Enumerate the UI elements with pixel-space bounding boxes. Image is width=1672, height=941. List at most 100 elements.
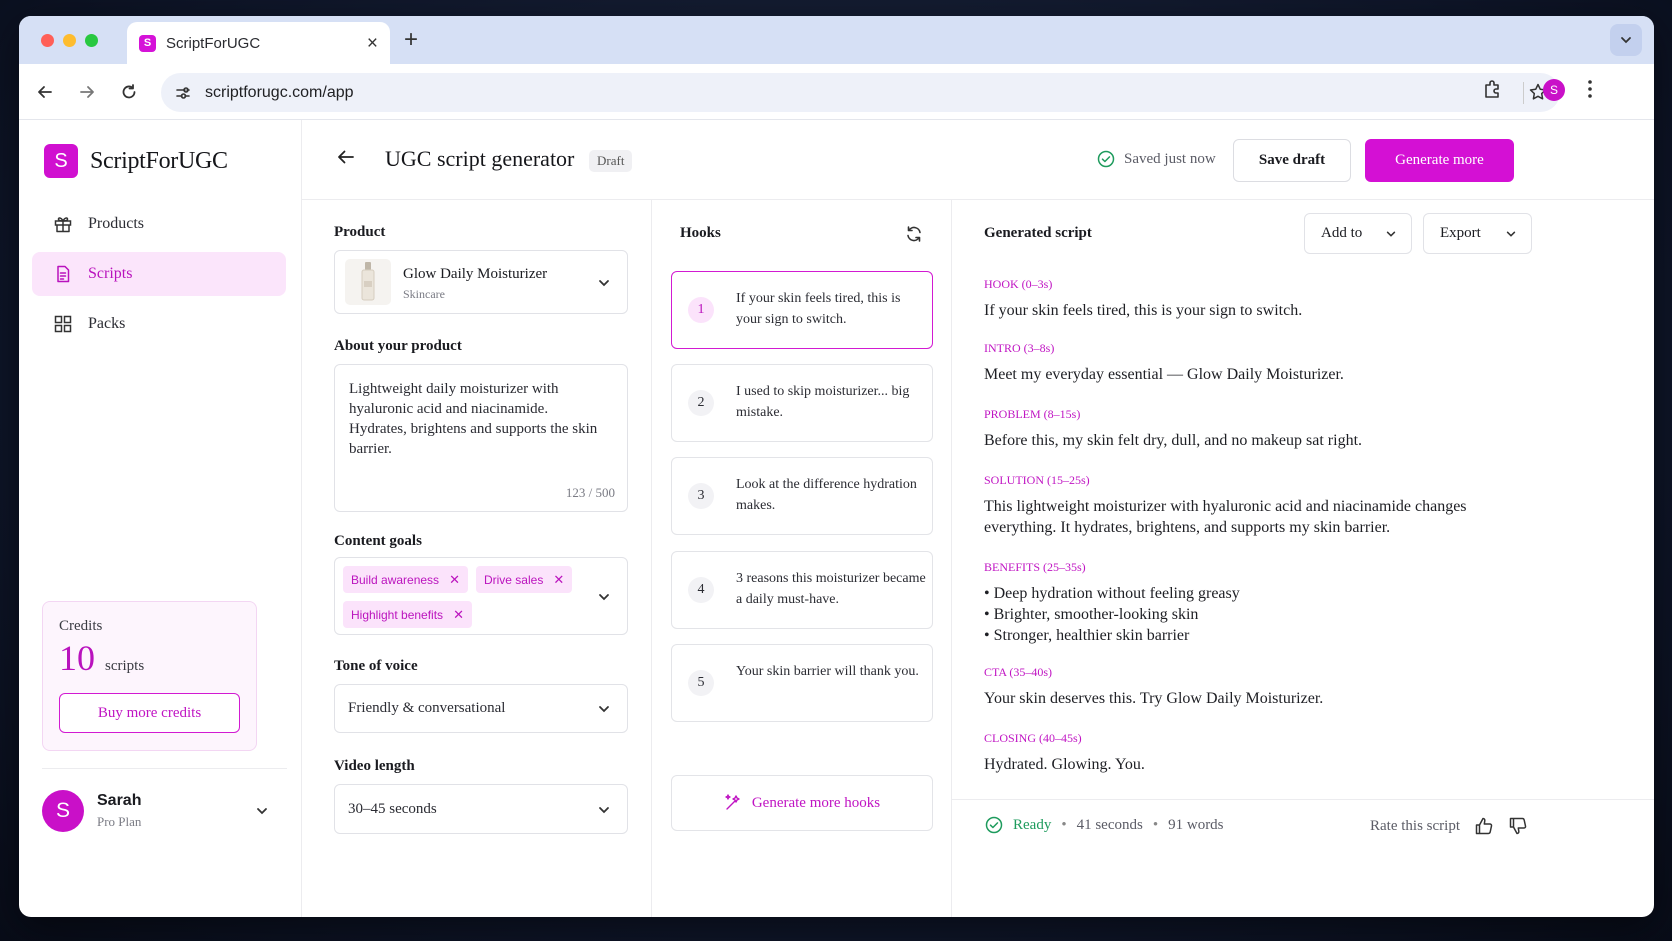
tab-search-button[interactable] — [1610, 24, 1642, 56]
site-settings-icon[interactable] — [175, 85, 191, 101]
tone-select[interactable]: Friendly & conversational — [334, 684, 628, 733]
tab-title: ScriptForUGC — [166, 34, 261, 52]
list-item: • Brighter, smoother-looking skin — [984, 606, 1199, 623]
product-name: Glow Daily Moisturizer — [403, 266, 548, 282]
goals-label: Content goals — [334, 533, 422, 549]
save-status-text: Saved just now — [1124, 150, 1216, 167]
window-controls — [41, 34, 98, 47]
section-body: Hydrated. Glowing. You. — [984, 756, 1145, 773]
script-section-solution: SOLUTION (15–25s) This lightweight moist… — [984, 473, 1489, 538]
product-label: Product — [334, 224, 386, 240]
about-label: About your product — [334, 338, 462, 354]
hook-card[interactable]: 4 3 reasons this moisturizer became a da… — [671, 551, 933, 629]
about-textarea[interactable]: Lightweight daily moisturizer with hyalu… — [334, 364, 628, 512]
chevron-down-icon — [1621, 37, 1631, 44]
sidebar-item-packs[interactable]: Packs — [32, 302, 286, 346]
script-section-hook: HOOK (0–3s) If your skin feels tired, th… — [984, 277, 1524, 321]
gift-icon — [52, 213, 74, 235]
sidebar-item-products[interactable]: Products — [32, 202, 286, 246]
section-body: If your skin feels tired, this is your s… — [984, 302, 1303, 319]
product-select[interactable]: Glow Daily Moisturizer Skincare — [334, 250, 628, 314]
hook-text: 3 reasons this moisturizer became a dail… — [736, 571, 926, 607]
back-nav-button[interactable] — [31, 78, 59, 106]
hook-number: 3 — [688, 483, 714, 509]
generate-hooks-button[interactable]: Generate more hooks — [671, 775, 933, 831]
thumbs-up-icon[interactable] — [1474, 816, 1494, 836]
section-label: SOLUTION (15–25s) — [984, 473, 1090, 487]
hook-text: I used to skip moisturizer... big mistak… — [736, 384, 910, 420]
script-section-intro: INTRO (3–8s) Meet my everyday essential … — [984, 341, 1524, 385]
goal-chip: Drive sales ✕ — [475, 566, 573, 593]
about-text: Lightweight daily moisturizer with hyalu… — [349, 381, 598, 457]
app-logo[interactable]: S ScriptForUGC — [44, 144, 228, 178]
hook-number: 1 — [688, 297, 714, 323]
app-root: S ScriptForUGC Products Scripts Packs Cr… — [19, 120, 1654, 917]
product-thumbnail — [345, 259, 391, 305]
reload-icon — [122, 84, 136, 99]
script-panel: Generated script Add to Export HOOK (0–3… — [952, 200, 1654, 917]
goal-chip-label: Highlight benefits — [351, 607, 444, 622]
tab-close-icon[interactable]: × — [367, 34, 378, 53]
tone-label: Tone of voice — [334, 658, 418, 674]
page-header: UGC script generator Draft Saved just no… — [302, 120, 1654, 200]
chevron-down-icon — [599, 280, 609, 287]
sidebar-item-scripts[interactable]: Scripts — [32, 252, 286, 296]
profile-avatar[interactable]: S — [1543, 79, 1565, 101]
rate-label: Rate this script — [1370, 817, 1460, 834]
list-item: • Stronger, healthier skin barrier — [984, 627, 1190, 644]
section-label: PROBLEM (8–15s) — [984, 407, 1081, 421]
maximize-window-button[interactable] — [85, 34, 98, 47]
extensions-icon[interactable] — [1482, 78, 1504, 105]
grid-icon — [52, 313, 74, 335]
reload-button[interactable] — [115, 78, 143, 106]
script-duration: 41 seconds — [1076, 816, 1143, 833]
browser-menu-icon[interactable] — [1587, 78, 1593, 105]
goals-multiselect[interactable]: Build awareness ✕ Drive sales ✕ Highlight … — [334, 557, 628, 635]
close-window-button[interactable] — [41, 34, 54, 47]
save-draft-button[interactable]: Save draft — [1233, 139, 1351, 182]
product-category: Skincare — [403, 287, 445, 301]
script-status: Ready • 41 seconds • 91 words — [985, 816, 1224, 834]
thumbs-down-icon[interactable] — [1508, 816, 1528, 836]
hooks-title: Hooks — [680, 225, 721, 241]
list-item-text: Brighter, smoother-looking skin — [993, 606, 1199, 623]
length-value: 30–45 seconds — [348, 801, 437, 817]
remove-chip-icon[interactable]: ✕ — [453, 607, 464, 623]
document-icon — [52, 263, 74, 285]
script-section-benefits: BENEFITS (25–35s) • Deep hydration witho… — [984, 560, 1524, 646]
favicon-icon: S — [139, 34, 156, 52]
hook-card[interactable]: 3 Look at the difference hydration makes… — [671, 457, 933, 535]
chevron-down-icon — [599, 594, 609, 601]
hook-card[interactable]: 2 I used to skip moisturizer... big mist… — [671, 364, 933, 442]
forward-nav-button[interactable] — [73, 78, 101, 106]
user-menu[interactable]: S Sarah Pro Plan — [42, 768, 287, 852]
script-footer: Ready • 41 seconds • 91 words Rate this … — [952, 799, 1654, 917]
avatar: S — [42, 789, 84, 832]
export-dropdown[interactable]: Export — [1423, 213, 1532, 254]
minimize-window-button[interactable] — [63, 34, 76, 47]
refresh-icon[interactable] — [904, 224, 924, 249]
address-bar[interactable]: scriptforugc.com/app — [161, 73, 1560, 112]
sidebar-item-label: Packs — [88, 315, 126, 332]
remove-chip-icon[interactable]: ✕ — [553, 572, 564, 588]
url-text[interactable]: scriptforugc.com/app — [205, 84, 354, 102]
new-tab-icon[interactable]: + — [404, 26, 418, 54]
goal-chip: Highlight benefits ✕ — [343, 601, 472, 628]
generate-more-button[interactable]: Generate more — [1365, 139, 1514, 182]
add-to-dropdown[interactable]: Add to — [1304, 213, 1412, 254]
section-body: Meet my everyday essential — Glow Daily … — [984, 366, 1344, 383]
credits-count: 10 scripts — [59, 637, 240, 679]
browser-window: S ScriptForUGC × + scriptforugc.com/app — [19, 16, 1654, 917]
goals-chips: Build awareness ✕ Drive sales ✕ Highlight … — [343, 566, 583, 628]
buy-credits-button[interactable]: Buy more credits — [59, 693, 240, 733]
user-name: Sarah — [97, 791, 142, 809]
browser-tab[interactable]: S ScriptForUGC × — [127, 22, 390, 64]
credits-card: Credits 10 scripts Buy more credits — [42, 601, 257, 751]
rate-script: Rate this script — [1370, 816, 1528, 836]
hook-card[interactable]: 1 If your skin feels tired, this is your… — [671, 271, 933, 349]
remove-chip-icon[interactable]: ✕ — [449, 572, 460, 588]
length-select[interactable]: 30–45 seconds — [334, 784, 628, 834]
back-button[interactable] — [336, 147, 356, 172]
page-title: UGC script generator — [385, 146, 575, 171]
hook-card[interactable]: 5 Your skin barrier will thank you. — [671, 644, 933, 722]
